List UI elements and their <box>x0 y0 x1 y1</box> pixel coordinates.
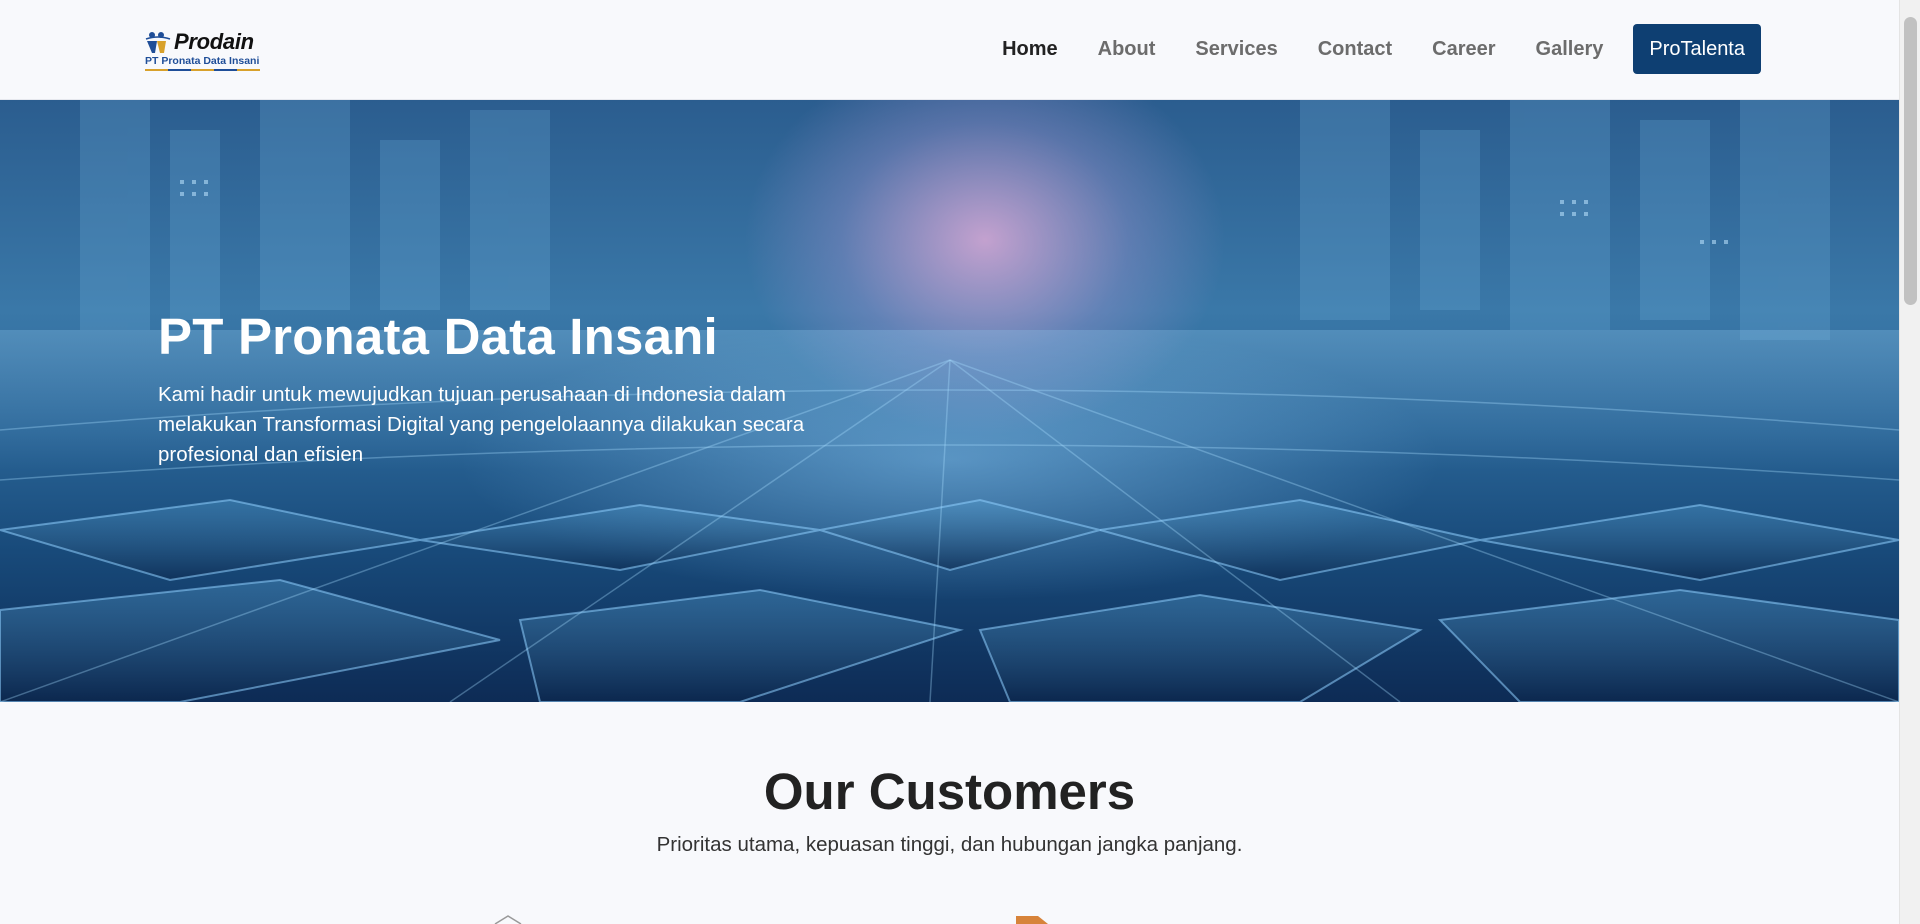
prodain-logo[interactable]: Prodain PT Pronata Data Insani <box>144 31 262 75</box>
customer-logo-2 <box>1016 916 1048 924</box>
nav-contact[interactable]: Contact <box>1318 38 1392 61</box>
page-scrollbar[interactable] <box>1899 0 1920 924</box>
navbar: Prodain PT Pronata Data Insani Home Abou… <box>0 0 1899 100</box>
hero-description: Kami hadir untuk mewujudkan tujuan perus… <box>158 383 805 466</box>
hero-title: PT Pronata Data Insani <box>158 308 718 365</box>
nav-gallery[interactable]: Gallery <box>1536 38 1604 61</box>
protalenta-button[interactable]: ProTalenta <box>1633 24 1761 74</box>
nav-home[interactable]: Home <box>1002 38 1058 61</box>
main-nav: Home About Services Contact Career Galle… <box>962 24 1761 74</box>
nav-career[interactable]: Career <box>1432 38 1495 61</box>
nav-about[interactable]: About <box>1098 38 1156 61</box>
logo-people-icon <box>145 32 171 53</box>
customer-logo-1 <box>494 915 522 924</box>
nav-services[interactable]: Services <box>1195 38 1277 61</box>
logo-underline <box>145 69 260 71</box>
scrollbar-thumb[interactable] <box>1904 17 1917 305</box>
customers-title: Our Customers <box>763 763 1136 820</box>
logo-name: Prodain <box>174 29 254 54</box>
customers-subtitle: Prioritas utama, kepuasan tinggi, dan hu… <box>656 833 1243 856</box>
customers-section: Our Customers Prioritas utama, kepuasan … <box>0 702 1899 924</box>
hero-banner: PT Pronata Data Insani Kami hadir untuk … <box>0 100 1899 702</box>
logo-subtitle: PT Pronata Data Insani <box>145 55 260 67</box>
